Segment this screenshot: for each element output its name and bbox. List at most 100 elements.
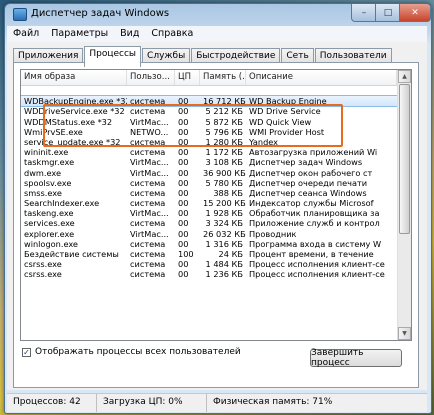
menu-options[interactable]: Параметры — [45, 26, 114, 42]
process-memory: 1 172 КБ — [205, 147, 243, 158]
table-row[interactable] — [21, 86, 397, 96]
process-memory: 26 032 КБ — [203, 228, 246, 239]
title-bar[interactable]: Диспетчер задач Windows – □ ✕ — [5, 4, 431, 24]
menu-file[interactable]: Файл — [7, 26, 45, 42]
tab-strip: Приложения Процессы Службы Быстродействи… — [13, 46, 393, 67]
table-row[interactable]: spoolsv.exe система 00 5 780 КБ Диспетчер оч… — [21, 178, 397, 188]
process-cpu: 00 — [178, 259, 189, 270]
table-row[interactable]: winlogon.exe система 00 1 316 КБ Программа в… — [21, 239, 397, 249]
process-cpu: 00 — [178, 157, 189, 168]
process-description: Процесс исполнения клиент-се — [249, 259, 385, 270]
table-row[interactable]: csrss.exe система 00 1 236 КБ Процесс исполн… — [21, 269, 397, 279]
process-cpu: 00 — [178, 228, 189, 239]
process-name: csrss.exe — [24, 269, 62, 280]
process-name: explorer.exe — [24, 228, 75, 239]
process-description: Диспетчер очереди печати — [249, 177, 368, 188]
process-name: csrss.exe — [24, 259, 62, 270]
column-image-name[interactable]: Имя образа — [21, 70, 127, 85]
process-memory: 36 900 КБ — [203, 167, 246, 178]
table-row[interactable]: explorer.exe VirtMac... 00 26 032 КБ Проводн… — [21, 229, 397, 239]
scroll-thumb[interactable] — [399, 84, 410, 234]
status-cpu: Загрузка ЦП: 0% — [97, 394, 207, 412]
process-name: spoolsv.exe — [24, 177, 72, 188]
task-manager-window: Диспетчер задач Windows – □ ✕ Файл Парам… — [4, 3, 432, 414]
process-memory: 388 КБ — [213, 187, 243, 198]
process-name: services.exe — [24, 218, 75, 229]
process-cpu: 00 — [178, 177, 189, 188]
process-description: Диспетчер задач Windows — [249, 157, 363, 168]
process-user — [127, 86, 175, 96]
process-description: Автозагрузка приложений Wi — [249, 147, 378, 158]
column-description[interactable]: Описание — [246, 70, 397, 85]
process-user: система — [130, 259, 166, 270]
process-cpu: 100 — [178, 249, 194, 259]
process-cpu: 00 — [178, 167, 189, 178]
status-bar: Процессов: 42 Загрузка ЦП: 0% Физическая… — [7, 393, 427, 412]
process-cpu: 00 — [178, 218, 189, 229]
process-name: taskmgr.exe — [24, 157, 75, 168]
table-row[interactable]: taskmgr.exe VirtMac... 00 3 108 КБ Диспетчер… — [21, 157, 397, 167]
process-memory: 24 КБ — [218, 249, 243, 259]
wd-processes-highlight — [43, 104, 343, 147]
end-process-button[interactable]: Завершить процесс — [310, 348, 402, 368]
process-description: Процесс исполнения клиент-се — [249, 269, 385, 280]
process-name: wininit.exe — [24, 147, 69, 158]
table-row[interactable]: smss.exe система 00 388 КБ Диспетчер сеанса … — [21, 188, 397, 198]
process-description: Индексатор службы Microsof — [249, 198, 374, 209]
process-memory: 1 928 КБ — [205, 208, 243, 219]
table-row[interactable]: services.exe система 00 3 324 КБ Приложение … — [21, 218, 397, 228]
maximize-button[interactable]: □ — [375, 4, 401, 22]
close-button[interactable]: ✕ — [399, 4, 431, 22]
tab-processes[interactable]: Процессы — [84, 46, 142, 67]
table-row[interactable]: SearchIndexer.exe система 00 15 200 КБ Индек… — [21, 198, 397, 208]
table-row[interactable]: dwm.exe VirtMac... 00 36 900 КБ Диспетчер ок… — [21, 168, 397, 178]
process-user: система — [130, 187, 166, 198]
menu-view[interactable]: Вид — [114, 26, 145, 42]
process-name: taskeng.exe — [24, 208, 74, 219]
process-memory: 1 236 КБ — [205, 269, 243, 280]
process-cpu: 00 — [178, 238, 189, 249]
process-user: VirtMac... — [130, 157, 169, 168]
process-user: система — [130, 177, 166, 188]
process-user: система — [130, 269, 166, 280]
column-cpu[interactable]: ЦП — [175, 70, 200, 85]
process-cpu: 00 — [178, 269, 189, 280]
process-memory: 15 200 КБ — [203, 198, 246, 209]
process-user: система — [130, 238, 166, 249]
menu-help[interactable]: Справка — [145, 26, 199, 42]
process-description: Обработчик планировщика за — [249, 208, 380, 219]
process-user: VirtMac... — [130, 228, 169, 239]
table-row[interactable]: taskeng.exe VirtMac... 00 1 928 КБ Обработчи… — [21, 208, 397, 218]
process-description: Проводник — [249, 228, 297, 239]
process-description: Процент времени, в течение — [249, 249, 374, 259]
process-memory: 1 484 КБ — [205, 259, 243, 270]
process-cpu — [175, 86, 200, 96]
process-user: VirtMac... — [130, 208, 169, 219]
process-user: система — [130, 218, 166, 229]
minimize-button[interactable]: – — [351, 4, 377, 22]
process-cpu: 00 — [178, 208, 189, 219]
process-name: Бездействие системы — [24, 249, 119, 259]
process-cpu: 00 — [178, 147, 189, 158]
show-all-users-checkbox[interactable]: ✓ — [22, 347, 31, 357]
vertical-scrollbar[interactable]: ▲ ▼ — [397, 70, 411, 340]
task-manager-icon — [13, 8, 27, 21]
table-row[interactable]: csrss.exe система 00 1 484 КБ Процесс исполн… — [21, 259, 397, 269]
scroll-down-icon[interactable]: ▼ — [398, 327, 411, 340]
process-description — [246, 86, 397, 96]
status-memory: Физическая память: 71% — [213, 397, 333, 407]
process-description: Диспетчер сеанса Windows — [249, 187, 367, 198]
process-name: smss.exe — [24, 187, 62, 198]
process-description: Приложение служб и контрол — [249, 218, 380, 229]
scroll-up-icon[interactable]: ▲ — [398, 70, 411, 83]
process-user: система — [130, 147, 166, 158]
table-row[interactable]: Бездействие системы система 100 24 КБ Процен… — [21, 249, 397, 259]
process-name — [21, 86, 127, 96]
show-all-users-option[interactable]: ✓ Отображать процессы всех пользователей — [22, 347, 241, 357]
table-row[interactable]: wininit.exe система 00 1 172 КБ Автозагрузка… — [21, 147, 397, 157]
column-memory[interactable]: Память (... — [200, 70, 246, 85]
column-user[interactable]: Пользо... — [127, 70, 175, 85]
process-user: VirtMac... — [130, 167, 169, 178]
process-memory: 3 108 КБ — [205, 157, 243, 168]
process-description: Программа входа в систему W — [249, 238, 382, 249]
